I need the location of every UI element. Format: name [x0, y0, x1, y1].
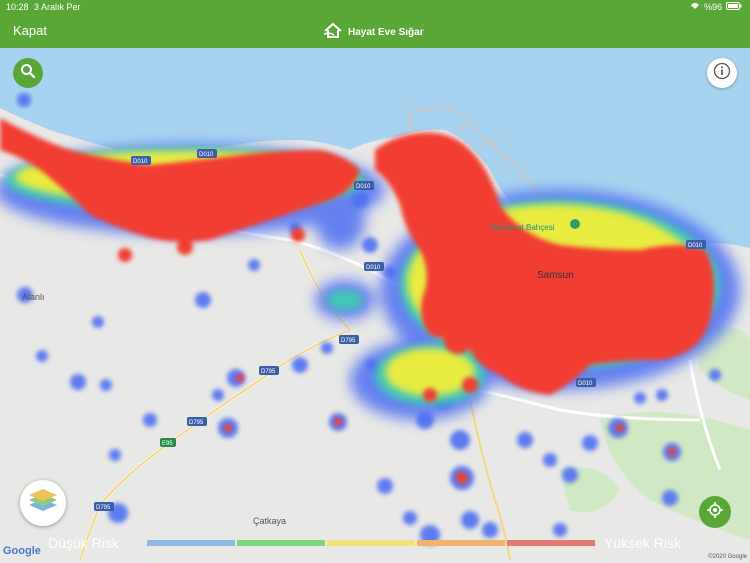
battery-icon: [726, 2, 742, 12]
road-badge: D010: [197, 149, 217, 158]
search-icon: [20, 63, 36, 84]
info-button[interactable]: [707, 58, 737, 88]
status-date: 3 Aralık Per: [34, 2, 81, 12]
map-layers-icon: [27, 487, 59, 520]
my-location-button[interactable]: [699, 496, 731, 528]
road-badge-label: E95: [162, 441, 173, 447]
house-hand-logo-icon: [322, 21, 344, 44]
map-layers-button[interactable]: [20, 480, 66, 526]
road-badge: D010: [131, 156, 151, 165]
road-badge: D010: [686, 240, 706, 249]
road-badge: D010: [576, 378, 596, 387]
crosshair-icon: [707, 501, 723, 523]
wifi-icon: [690, 2, 700, 12]
road-badge-label: D010: [578, 381, 593, 387]
google-logo: Google: [3, 545, 41, 557]
heatmap-map[interactable]: Samsun Hayvanat Bahçesi Alanlı Çatkaya D…: [0, 48, 750, 563]
brand-name: Hayat Eve Sığar: [348, 27, 424, 38]
road-badge-label: D795: [189, 420, 204, 426]
place-hayvanat-bahcesi: Hayvanat Bahçesi: [490, 223, 555, 232]
road-badge: D010: [364, 262, 384, 271]
road-badge: D010: [354, 181, 374, 190]
close-button[interactable]: Kapat: [13, 23, 47, 38]
legend-swatch: [237, 540, 325, 546]
road-badge-label: D010: [133, 159, 148, 165]
zoo-pin-icon: [570, 219, 580, 229]
road-badge-label: D010: [688, 243, 703, 249]
road-badge-label: D010: [356, 184, 371, 190]
search-button[interactable]: [13, 58, 43, 88]
map-canvas: Samsun Hayvanat Bahçesi Alanlı Çatkaya D…: [0, 48, 750, 563]
app-brand: Hayat Eve Sığar: [322, 21, 424, 44]
legend-swatch: [507, 540, 595, 546]
road-badge-label: D795: [261, 369, 276, 375]
road-badge-label: D010: [366, 265, 381, 271]
road-badge-label: D010: [199, 152, 214, 158]
road-badge: D795: [259, 366, 279, 375]
legend-high-label: Yüksek Risk: [604, 535, 682, 551]
status-right: %96: [690, 2, 742, 12]
place-samsun: Samsun: [537, 270, 574, 281]
road-badge: D795: [187, 417, 207, 426]
status-bar: 10:28 3 Aralık Per %96: [0, 0, 750, 14]
road-badge-label: D795: [96, 505, 111, 511]
legend-swatch: [327, 540, 415, 546]
map-copyright: ©2020 Google: [708, 554, 747, 560]
nav-bar: Kapat Hayat Eve Sığar: [0, 14, 750, 48]
road-badge: D795: [94, 502, 114, 511]
road-badge: E95: [160, 438, 176, 447]
risk-legend: Düşük Risk Yüksek Risk: [32, 535, 722, 552]
battery-percent: %96: [703, 2, 722, 12]
road-badge-label: D795: [341, 338, 356, 344]
road-badge: D795: [339, 335, 359, 344]
legend-swatch: [147, 540, 235, 546]
legend-swatch: [417, 540, 505, 546]
info-icon: [713, 62, 731, 85]
place-catkaya: Çatkaya: [253, 516, 286, 526]
place-alanli: Alanlı: [22, 292, 45, 302]
status-time: 10:28: [6, 2, 29, 12]
legend-low-label: Düşük Risk: [48, 535, 119, 551]
